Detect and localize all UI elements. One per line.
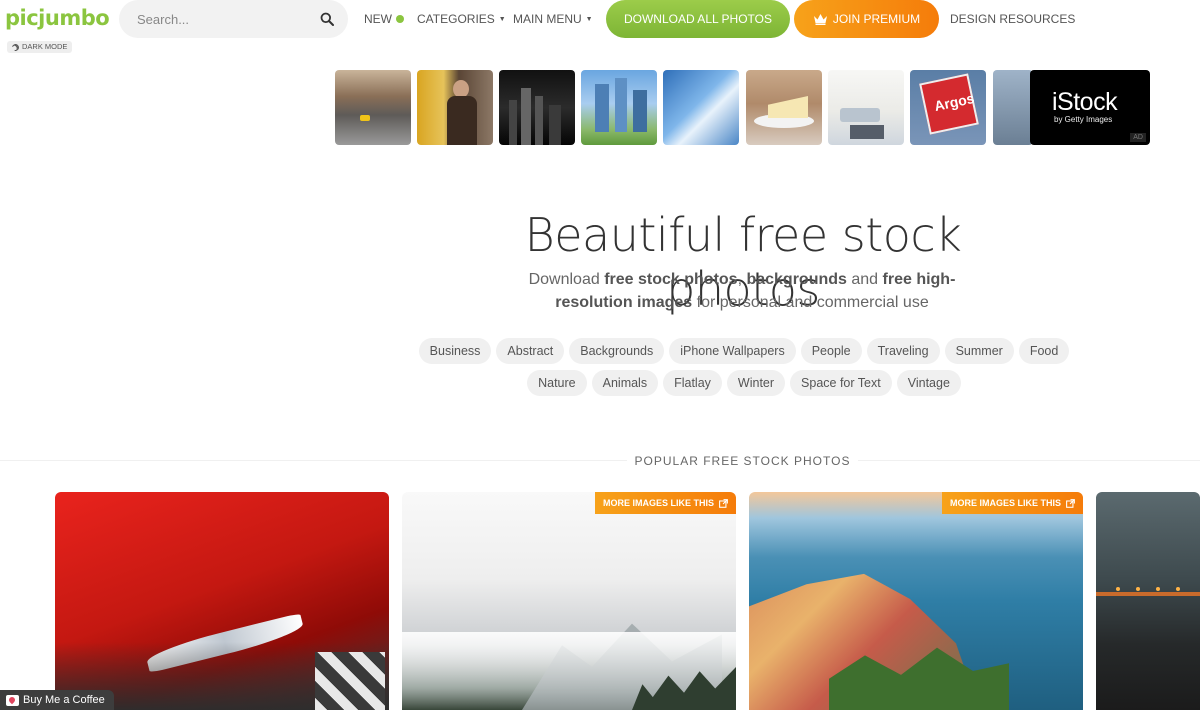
section-title: POPULAR FREE STOCK PHOTOS xyxy=(0,454,1200,468)
city-street-photo[interactable] xyxy=(335,70,411,145)
building-railing-photo[interactable] xyxy=(993,70,1033,145)
nav-design-resources-label: DESIGN RESOURCES xyxy=(950,12,1076,26)
search-icon[interactable] xyxy=(320,12,334,26)
istock-subtitle: by Getty Images xyxy=(1054,115,1113,124)
woman-in-city-photo[interactable] xyxy=(417,70,493,145)
red-car-headlight-photo xyxy=(55,492,389,710)
site-header: picjumbo DARK MODE NEW CATEGORIES ▼ MAIN… xyxy=(0,0,1200,53)
tag-iphone-wallpapers[interactable]: iPhone Wallpapers xyxy=(669,338,796,364)
popular-section-label: POPULAR FREE STOCK PHOTOS xyxy=(626,454,859,468)
hero-subtitle-part: Download xyxy=(528,271,605,288)
skyscrapers-park-photo[interactable] xyxy=(581,70,657,145)
join-premium-label: JOIN PREMIUM xyxy=(832,12,921,26)
tag-backgrounds[interactable]: Backgrounds xyxy=(569,338,665,364)
photo-card[interactable] xyxy=(55,492,389,710)
tag-people[interactable]: People xyxy=(800,338,862,364)
nav-categories[interactable]: CATEGORIES ▼ xyxy=(417,12,506,26)
night-skyline-photo[interactable] xyxy=(499,70,575,145)
dark-mode-label: DARK MODE xyxy=(22,42,68,51)
living-room-photo[interactable] xyxy=(828,70,904,145)
photo-card[interactable] xyxy=(1096,492,1200,710)
tag-abstract[interactable]: Abstract xyxy=(496,338,565,364)
ad-badge: AD xyxy=(1130,133,1146,142)
coffee-cup-icon xyxy=(6,694,19,706)
join-premium-button[interactable]: JOIN PREMIUM xyxy=(794,0,939,38)
hero-subtitle-part: backgrounds xyxy=(746,271,847,288)
glass-towers-photo[interactable] xyxy=(663,70,739,145)
more-images-label: MORE IMAGES LIKE THIS xyxy=(949,498,1061,508)
hero-subtitle-part: free stock photos xyxy=(604,271,738,288)
bridge-night-photo xyxy=(1096,492,1200,710)
istock-logo: iStock xyxy=(1052,88,1118,116)
foggy-mountains-photo xyxy=(402,492,736,710)
dark-mode-toggle[interactable]: DARK MODE xyxy=(7,41,73,53)
photo-card[interactable]: MORE IMAGES LIKE THIS xyxy=(749,492,1083,710)
tag-vintage[interactable]: Vintage xyxy=(896,370,961,396)
tag-space-for-text[interactable]: Space for Text xyxy=(790,370,892,396)
hero-subtitle-part: for personal and commercial use xyxy=(692,294,929,311)
hero-subtitle-part: and xyxy=(846,271,883,288)
tag-winter[interactable]: Winter xyxy=(726,370,786,396)
tag-traveling[interactable]: Traveling xyxy=(866,338,940,364)
hero-subtitle: Download free stock photos, backgrounds … xyxy=(512,268,972,314)
tag-animals[interactable]: Animals xyxy=(591,370,659,396)
crown-icon xyxy=(813,14,827,25)
search-box xyxy=(119,0,348,38)
buy-me-a-coffee-button[interactable]: Buy Me a Coffee xyxy=(0,690,114,710)
external-link-icon xyxy=(719,498,728,508)
nav-new[interactable]: NEW xyxy=(364,12,404,26)
nav-main-menu-label: MAIN MENU xyxy=(513,12,582,26)
photo-card[interactable]: MORE IMAGES LIKE THIS xyxy=(402,492,736,710)
argos-sign-photo[interactable]: Argos xyxy=(910,70,986,145)
cheesecake-photo[interactable] xyxy=(746,70,822,145)
istock-ad[interactable]: iStock by Getty Images AD xyxy=(1030,70,1150,145)
search-input[interactable] xyxy=(137,11,307,27)
more-images-like-this-button[interactable]: MORE IMAGES LIKE THIS xyxy=(941,492,1083,514)
caret-down-icon: ▼ xyxy=(498,15,506,23)
nav-design-resources[interactable]: DESIGN RESOURCES xyxy=(950,12,1075,26)
tag-flatlay[interactable]: Flatlay xyxy=(663,370,722,396)
nav-categories-label: CATEGORIES xyxy=(417,12,495,26)
nav-main-menu[interactable]: MAIN MENU ▼ xyxy=(513,12,593,26)
download-all-button[interactable]: DOWNLOAD ALL PHOTOS xyxy=(606,0,790,38)
site-logo[interactable]: picjumbo xyxy=(5,6,110,30)
external-link-icon xyxy=(1066,498,1075,508)
tag-food[interactable]: Food xyxy=(1018,338,1070,364)
tag-summer[interactable]: Summer xyxy=(944,338,1014,364)
coffee-label: Buy Me a Coffee xyxy=(23,694,105,706)
category-tags: Business Abstract Backgrounds iPhone Wallpa… xyxy=(410,338,1078,396)
nav-new-label: NEW xyxy=(364,12,392,26)
new-dot-icon xyxy=(396,15,404,23)
tag-business[interactable]: Business xyxy=(418,338,492,364)
more-images-label: MORE IMAGES LIKE THIS xyxy=(602,498,714,508)
more-images-like-this-button[interactable]: MORE IMAGES LIKE THIS xyxy=(594,492,736,514)
coastal-village-photo xyxy=(749,492,1083,710)
tag-nature[interactable]: Nature xyxy=(527,370,587,396)
caret-down-icon: ▼ xyxy=(585,15,593,23)
moon-icon xyxy=(10,42,21,52)
